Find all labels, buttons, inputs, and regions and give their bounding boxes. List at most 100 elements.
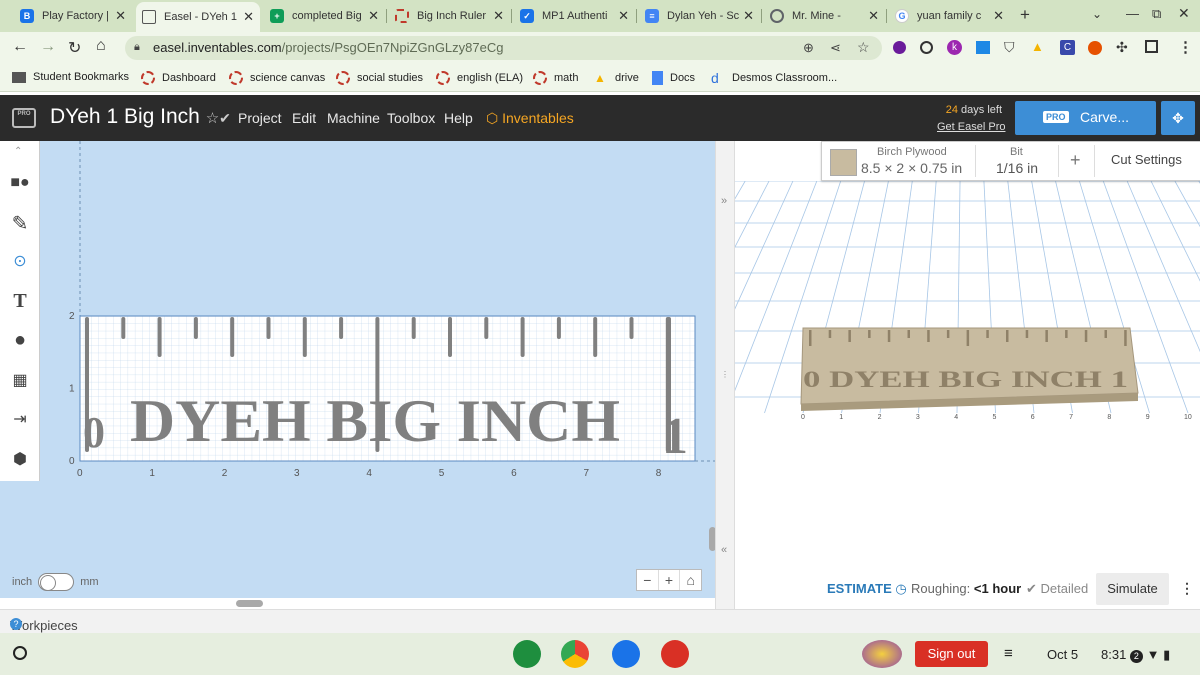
files-icon[interactable] (612, 640, 640, 668)
close-window-icon[interactable]: ✕ (1178, 5, 1190, 22)
close-icon[interactable]: ✕ (243, 9, 254, 25)
get-pro-link[interactable]: Get Easel Pro (937, 121, 1005, 133)
extension-icon[interactable] (976, 41, 990, 54)
unit-switch[interactable] (38, 573, 75, 591)
bookmark-drive[interactable]: ▲ drive (594, 71, 639, 85)
design-canvas[interactable]: 0 DYEH BIG INCH 1 0 1 2 3 4 5 6 7 8 0 1 2 (40, 141, 715, 598)
share-icon[interactable]: ⋖ (830, 40, 841, 56)
tab-search-icon[interactable]: ⌄ (1092, 7, 1102, 21)
chrome-icon[interactable] (561, 640, 589, 668)
bit-caption[interactable]: Bit (1010, 146, 1023, 158)
bit-size[interactable]: 1/16 in (996, 160, 1038, 176)
back-icon[interactable]: ← (12, 38, 28, 56)
add-bit-button[interactable]: + (1070, 150, 1081, 171)
tab-big-inch-ruler[interactable]: Big Inch Ruler ✕ (389, 4, 510, 28)
maximize-icon[interactable]: ⧉ (1152, 6, 1161, 22)
close-icon[interactable]: ✕ (993, 8, 1004, 24)
home-icon[interactable]: ⌂ (96, 37, 106, 55)
minimize-icon[interactable]: — (1126, 6, 1139, 21)
menu-help[interactable]: Help (444, 110, 473, 126)
bookmark-science[interactable]: science canvas (229, 71, 325, 85)
collapse-right-icon[interactable]: » (721, 195, 727, 207)
menu-toolbox[interactable]: Toolbox (387, 110, 435, 126)
menu-machine[interactable]: Machine (327, 110, 380, 126)
shield-icon[interactable]: ⛉ (1004, 39, 1015, 56)
translate-icon[interactable]: ⊕ (803, 40, 814, 56)
horizontal-scrollbar[interactable] (236, 600, 263, 607)
box-3d-icon[interactable]: ⬢ (7, 447, 33, 471)
bookmark-social[interactable]: social studies (336, 71, 423, 85)
forward-icon[interactable]: → (40, 38, 56, 56)
collapse-icon[interactable]: ⌃ (14, 146, 22, 157)
clock[interactable]: 8:31 2 ▼ ▮ (1101, 647, 1170, 663)
bookmark-star-icon[interactable]: ☆ (857, 39, 870, 56)
sign-out-button[interactable]: Sign out (915, 641, 988, 667)
extension-icon[interactable] (920, 41, 933, 54)
close-icon[interactable]: ✕ (743, 8, 754, 24)
close-icon[interactable]: ✕ (115, 8, 126, 24)
tab-mr-mine[interactable]: Mr. Mine - ✕ (764, 4, 885, 28)
reload-icon[interactable]: ↻ (68, 38, 81, 58)
shapes-icon[interactable]: ■● (7, 171, 33, 195)
tab-dylan-yeh[interactable]: ≡ Dylan Yeh - Sc ✕ (639, 4, 760, 28)
menu-edit[interactable]: Edit (292, 110, 316, 126)
cube-stack-icon[interactable]: ▦ (7, 368, 33, 392)
extension-k-icon[interactable]: k (947, 40, 962, 55)
tasks-icon[interactable]: ≡ (1004, 645, 1013, 662)
menu-project[interactable]: Project (238, 110, 282, 126)
tab-mp1[interactable]: ✓ MP1 Authenti ✕ (514, 4, 635, 28)
sidepanel-icon[interactable] (1145, 40, 1158, 53)
target-icon[interactable]: ⊙ (7, 249, 33, 273)
tab-easel[interactable]: Easel - DYeh 1 ✕ (136, 2, 260, 32)
pane-divider[interactable]: » ⋮ « (715, 141, 735, 609)
bookmark-english[interactable]: english (ELA) (436, 71, 523, 85)
more-options-icon[interactable]: ⋮ (1180, 580, 1194, 597)
launcher-icon[interactable] (13, 646, 27, 660)
pen-icon[interactable]: ✎ (7, 211, 33, 235)
bookmark-dashboard[interactable]: Dashboard (141, 71, 216, 85)
apple-icon[interactable]: ● (7, 328, 33, 352)
tab-completed-big[interactable]: + completed Big ✕ (264, 4, 385, 28)
import-icon[interactable]: ⇥ (7, 407, 33, 431)
puzzle-icon[interactable]: ✣ (1116, 39, 1128, 56)
star-icon[interactable]: ☆ (206, 110, 219, 127)
workpieces-bar[interactable]: Workpieces for “DYeh 1 Big Inch” ⌃ ? (0, 609, 1200, 663)
material-size[interactable]: 8.5 × 2 × 0.75 in (861, 160, 962, 176)
simulate-button[interactable]: Simulate (1096, 573, 1169, 605)
text-icon[interactable]: T (7, 289, 33, 313)
menu-icon[interactable]: ⋮ (1178, 38, 1193, 56)
estimate-link[interactable]: ESTIMATE ◷ (827, 581, 907, 597)
bookmark-desmos[interactable]: d Desmos Classroom... (711, 71, 837, 85)
classroom-icon[interactable] (513, 640, 541, 668)
extension-icon[interactable] (1088, 41, 1102, 55)
bookmark-math[interactable]: math (533, 71, 578, 85)
avatar[interactable] (862, 640, 902, 668)
ruler-one-label[interactable]: 1 (662, 408, 688, 465)
tab-yuan-family[interactable]: G yuan family c ✕ (889, 4, 1010, 28)
carve-preview[interactable]: 0 DYEH BIG INCH 1 0 1 2 3 4 5 6 7 8 9 10 (735, 181, 1200, 426)
date[interactable]: Oct 5 (1047, 647, 1078, 662)
cut-settings-button[interactable]: Cut Settings (1111, 152, 1182, 167)
close-icon[interactable]: ✕ (868, 8, 879, 24)
zoom-home-button[interactable]: ⌂ (680, 570, 701, 590)
carve-button[interactable]: PRO Carve... (1015, 101, 1156, 135)
zoom-out-button[interactable]: − (637, 570, 659, 590)
bookmark-docs[interactable]: Docs (652, 71, 695, 85)
expand-icon[interactable]: ✥ (1161, 101, 1195, 135)
project-title[interactable]: DYeh 1 Big Inch ☆✔ (50, 105, 231, 129)
zoom-in-button[interactable]: + (659, 570, 681, 590)
easel-logo[interactable]: PRO (12, 108, 36, 128)
lock-icon[interactable]: 🔒︎ (134, 41, 140, 54)
collapse-left-icon[interactable]: « (721, 544, 727, 556)
bookmark-student[interactable]: Student Bookmarks (12, 71, 129, 83)
drive-ext-icon[interactable]: ▲ (1031, 39, 1044, 54)
unit-toggle[interactable]: inch mm (12, 573, 99, 591)
new-tab-button[interactable]: + (1020, 5, 1030, 25)
close-icon[interactable]: ✕ (368, 8, 379, 24)
extension-icon[interactable] (893, 41, 906, 54)
canvas-app-icon[interactable] (661, 640, 689, 668)
ruler-text[interactable]: DYEH BIG INCH (130, 388, 620, 454)
url-text[interactable]: easel.inventables.com/projects/PsgOEn7Np… (153, 40, 503, 55)
close-icon[interactable]: ✕ (493, 8, 504, 24)
menu-inventables[interactable]: ⬡ Inventables (486, 110, 574, 127)
